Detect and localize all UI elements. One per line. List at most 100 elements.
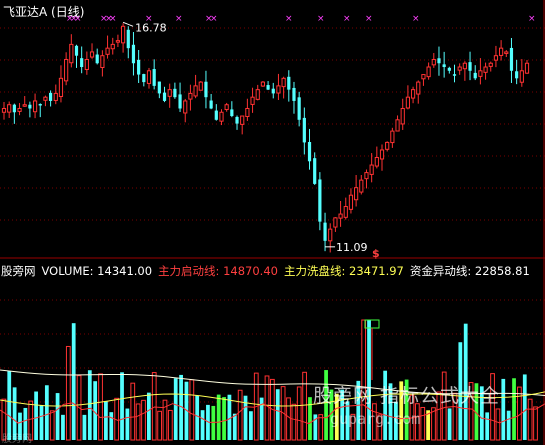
candle-body	[240, 115, 245, 125]
candle-body	[235, 116, 239, 124]
candle-body	[173, 88, 177, 98]
anomaly-box-marker	[364, 319, 380, 329]
candle-body	[43, 96, 48, 101]
candle-body	[343, 206, 348, 218]
candle-body	[178, 94, 182, 109]
candle-body	[437, 58, 441, 64]
candle-body	[519, 70, 524, 83]
candle-body	[255, 89, 260, 100]
volume-bar	[151, 372, 157, 441]
volume-bar	[227, 394, 232, 440]
volume-bar	[34, 391, 38, 440]
volume-bar	[98, 373, 103, 441]
candle-body	[385, 141, 390, 150]
candle-body	[22, 104, 27, 107]
volume-bar	[222, 397, 226, 440]
volume-bar	[82, 414, 87, 440]
candle-body	[137, 59, 141, 75]
volume-bar	[141, 399, 146, 441]
candle-body	[38, 104, 42, 106]
volume-bar	[527, 398, 533, 441]
volume-bar	[146, 392, 151, 440]
volume-bar	[237, 389, 243, 441]
anomaly-line-label: 资金异动线: 22858.81	[409, 264, 530, 278]
candle-body	[297, 97, 301, 120]
candle-body	[167, 89, 172, 97]
candle-body	[473, 72, 477, 79]
watermark-url: guparg.com	[330, 410, 421, 428]
volume-bar	[232, 413, 237, 440]
candle-body	[374, 157, 379, 167]
candle-body	[395, 119, 400, 132]
candle-body	[431, 58, 436, 66]
volume-bar	[71, 323, 76, 440]
high-marker-arrow	[122, 21, 134, 27]
candle-body	[333, 217, 338, 228]
candle-body	[416, 81, 421, 95]
signal-x-marker: ×	[343, 14, 351, 24]
volume-bar	[109, 412, 114, 440]
candle-body	[12, 104, 16, 113]
candle-body	[390, 130, 395, 144]
candle-body	[276, 85, 281, 94]
signal-x-marker: ×	[285, 14, 293, 24]
volume-bar	[130, 382, 136, 441]
candle-body	[157, 81, 161, 94]
volume-bar	[420, 406, 426, 441]
candle-body	[95, 54, 99, 64]
candle-body	[198, 81, 203, 91]
volume-bar	[55, 393, 60, 440]
candle-body	[318, 179, 322, 222]
volume-bar	[522, 374, 527, 440]
candle-body	[204, 81, 208, 98]
source-label: 股旁网	[1, 264, 36, 278]
volume-bar	[211, 405, 216, 440]
volume-bar	[93, 381, 98, 440]
candle-body	[1, 107, 7, 113]
candle-body	[338, 213, 343, 219]
candle-body	[17, 107, 22, 112]
candle-body	[483, 66, 488, 73]
candle-body	[509, 47, 514, 71]
candle-body	[214, 110, 218, 120]
candle-body	[250, 96, 255, 105]
candle-body	[348, 194, 354, 210]
candle-body	[245, 107, 250, 117]
signal-x-marker: ×	[528, 14, 536, 24]
candle-body	[80, 58, 84, 68]
candle-body	[219, 111, 224, 122]
candle-body	[359, 179, 364, 193]
candle-body	[105, 47, 110, 55]
candle-body	[230, 109, 234, 117]
signal-marker: $	[372, 247, 380, 260]
candle-body	[49, 92, 53, 101]
candle-body	[224, 104, 229, 111]
volume-bar	[173, 378, 178, 440]
candle-body	[281, 77, 286, 88]
candle-body	[120, 25, 126, 44]
watermark-corner: 股旁网	[2, 434, 32, 445]
signal-x-marker: ×	[365, 14, 373, 24]
signal-x-marker: ×	[210, 14, 218, 24]
volume-bar	[286, 397, 291, 441]
candle-body	[146, 70, 152, 84]
candle-body	[452, 74, 457, 76]
candle-body	[131, 44, 136, 64]
candle-body	[421, 74, 426, 80]
candle-body	[400, 107, 405, 125]
volume-bar	[512, 378, 516, 440]
candle-body	[58, 77, 64, 98]
candle-body	[32, 100, 38, 113]
candle-body	[364, 172, 369, 180]
candle-body	[323, 222, 327, 241]
candle-body	[84, 58, 89, 71]
wash-line-label: 主力洗盘线: 23471.97	[283, 264, 404, 278]
volume-bar	[485, 412, 490, 440]
candle-body	[354, 187, 359, 201]
candle-body	[287, 76, 291, 90]
volume-bar	[296, 386, 302, 441]
candle-body	[488, 62, 493, 67]
watermark-text: 股旁网 指标公式大全	[313, 385, 501, 407]
candle-body	[142, 74, 146, 83]
candle-body	[162, 92, 167, 101]
